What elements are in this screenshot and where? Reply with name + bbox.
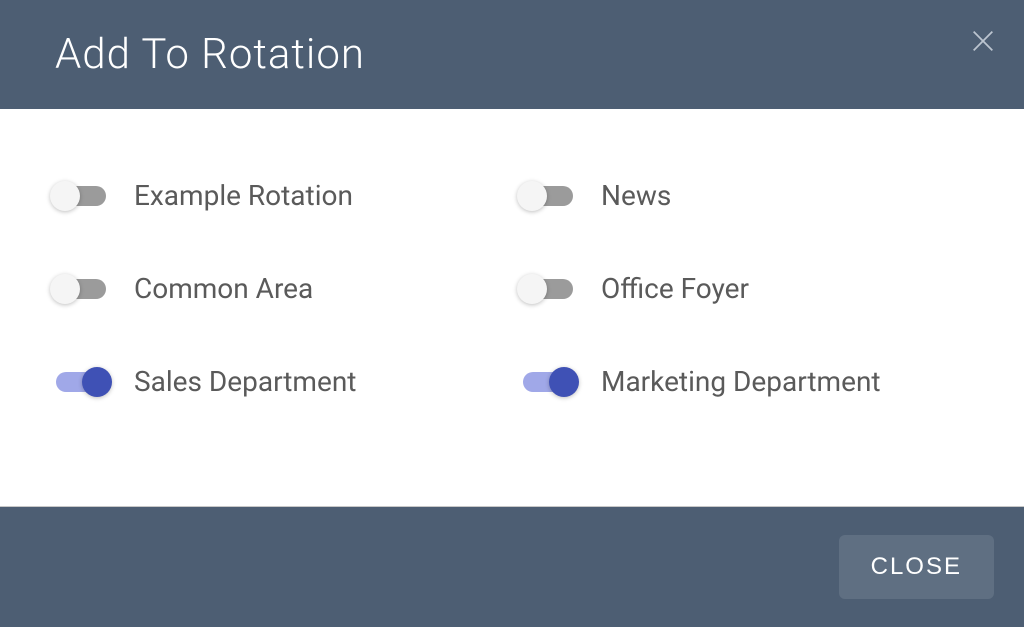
rotation-label: Office Foyer (601, 272, 749, 305)
rotation-item: Common Area (50, 272, 507, 305)
toggle-office-foyer[interactable] (517, 273, 579, 305)
toggle-marketing-department[interactable] (517, 366, 579, 398)
rotation-label: Sales Department (134, 365, 356, 398)
rotation-item: Marketing Department (517, 365, 974, 398)
rotation-label: Marketing Department (601, 365, 881, 398)
rotation-list: Example Rotation News Common Area Office… (0, 109, 1024, 506)
rotation-item: News (517, 179, 974, 212)
rotation-label: Example Rotation (134, 179, 353, 212)
dialog-title: Add To Rotation (55, 30, 365, 79)
toggle-example-rotation[interactable] (50, 180, 112, 212)
rotation-item: Example Rotation (50, 179, 507, 212)
dialog-header: Add To Rotation (0, 0, 1024, 109)
toggle-sales-department[interactable] (50, 366, 112, 398)
dialog-footer: CLOSE (0, 506, 1024, 627)
close-button[interactable]: CLOSE (839, 535, 994, 599)
rotation-item: Sales Department (50, 365, 507, 398)
rotation-label: News (601, 179, 671, 212)
close-icon[interactable] (967, 25, 999, 57)
toggle-common-area[interactable] (50, 273, 112, 305)
toggle-news[interactable] (517, 180, 579, 212)
rotation-item: Office Foyer (517, 272, 974, 305)
rotation-label: Common Area (134, 272, 313, 305)
